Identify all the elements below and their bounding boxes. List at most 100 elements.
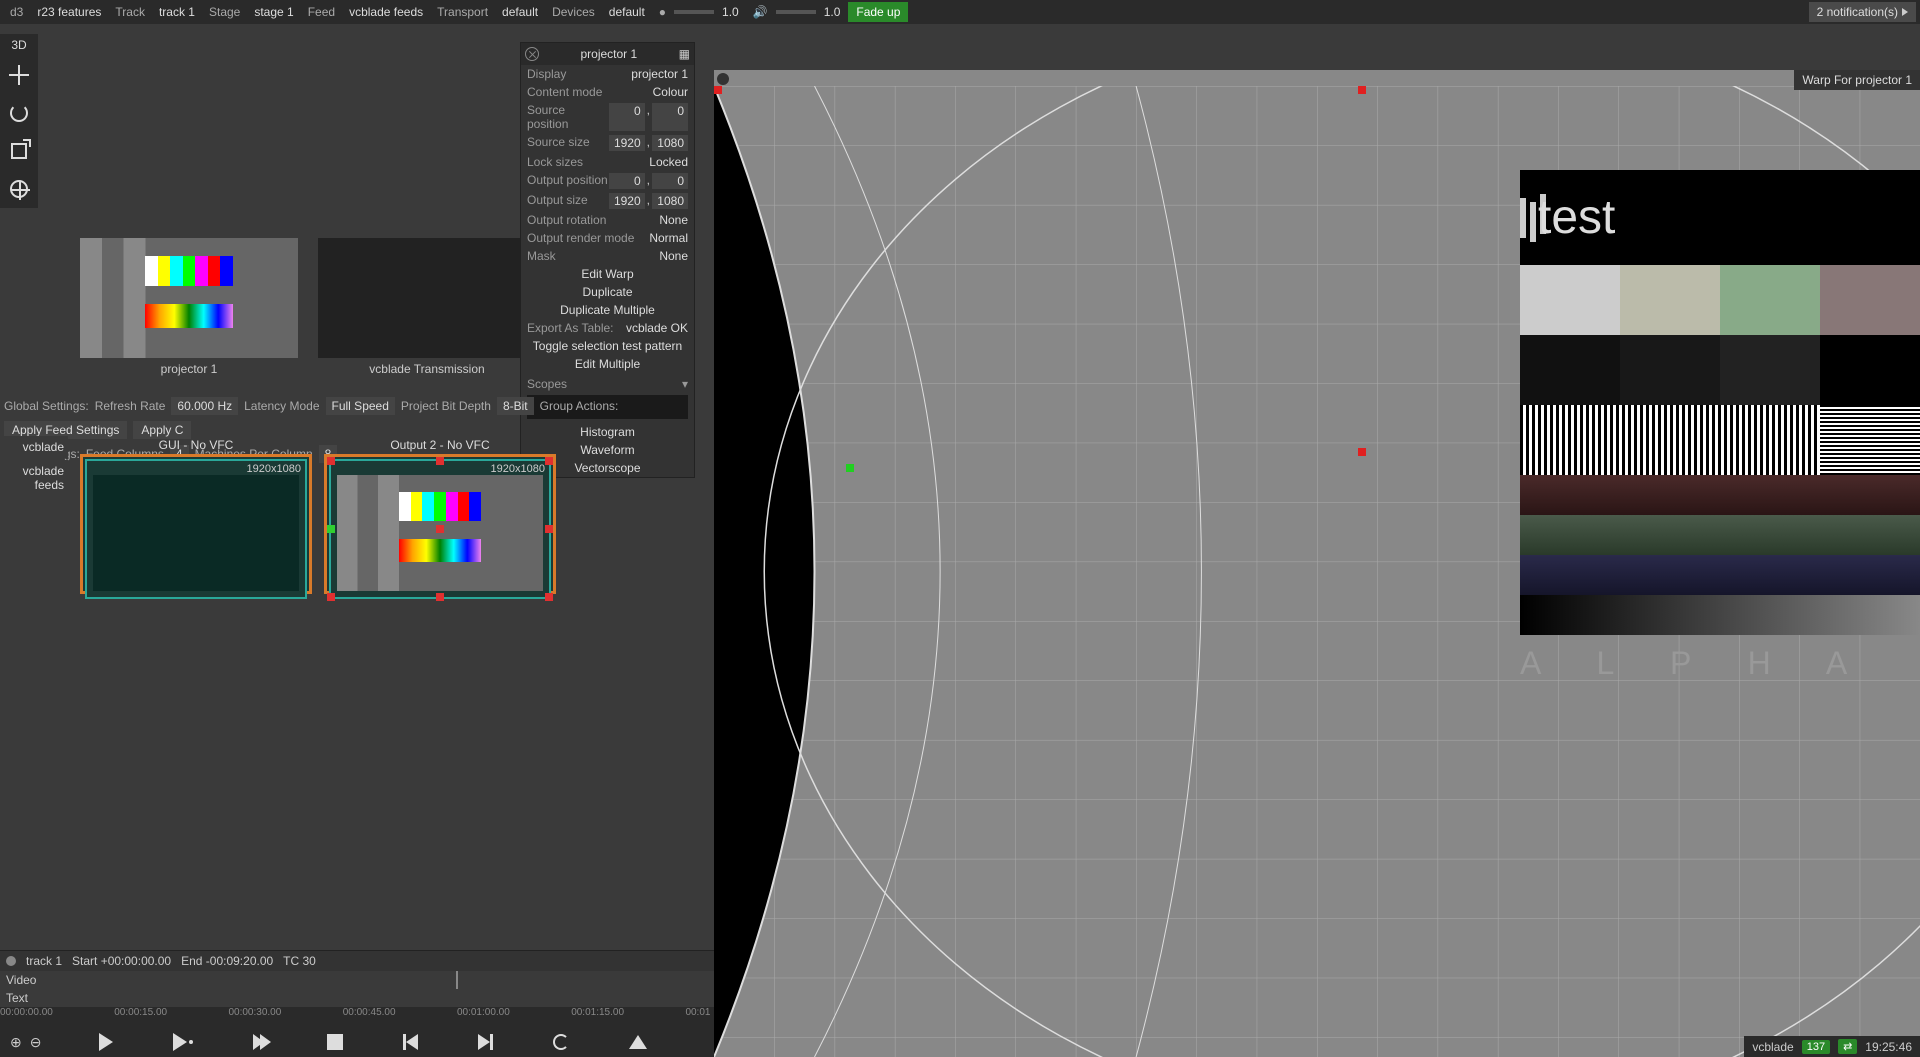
warp-point[interactable] [714,86,722,94]
play-button[interactable] [99,1033,113,1051]
feed-output-2[interactable]: Output 2 - No VFC 1920x1080 [324,436,556,594]
latency-mode-label: Latency Mode [244,399,319,413]
timeline-end: End -00:09:20.00 [181,954,273,968]
move-icon [9,65,29,85]
brightness-value[interactable]: 1.0 [716,2,745,22]
display-value[interactable]: projector 1 [631,67,688,81]
3d-label[interactable]: 3D [0,34,38,56]
timeline-track[interactable]: track 1 [26,954,62,968]
app-name[interactable]: d3 [4,2,29,22]
group-actions-label: Group Actions: [540,399,619,413]
feed-output-gui[interactable]: GUI - No VFC 1920x1080 [80,436,312,594]
warp-handle[interactable] [545,593,553,601]
timeline-ruler[interactable]: 00:00:00.00 00:00:15.00 00:00:30.00 00:0… [0,1007,714,1027]
close-icon[interactable] [525,47,539,61]
duplicate-multiple-button[interactable]: Duplicate Multiple [521,301,694,319]
move-tool[interactable] [0,56,38,94]
timeline-text-track[interactable]: Text [0,989,714,1007]
output-position-label: Output position [527,173,609,189]
warp-viewport[interactable]: Warp For projector 1 test A L P H A [714,70,1920,1057]
warp-handle[interactable] [436,525,444,533]
fade-up-button[interactable]: Fade up [848,2,908,22]
volume-slider[interactable] [776,10,816,14]
source-size-w[interactable]: 1920 [609,135,645,151]
prev-section-button[interactable] [403,1034,418,1050]
output-position-y[interactable]: 0 [652,173,688,189]
warp-title: Warp For projector 1 [1794,70,1920,90]
panel-menu-icon[interactable]: ▦ [679,47,690,61]
devices-value[interactable]: default [603,2,651,22]
latency-mode-field[interactable]: Full Speed [326,397,395,415]
output-render-value[interactable]: Normal [649,231,688,245]
next-section-button[interactable] [478,1034,493,1050]
scale-tool[interactable] [0,132,38,170]
warp-handle[interactable] [436,593,444,601]
output-position-x[interactable]: 0 [609,173,645,189]
project-name[interactable]: r23 features [31,2,107,22]
lock-sizes-value[interactable]: Locked [649,155,688,169]
preview-vcblade-transmission[interactable]: vcblade Transmission [318,238,536,394]
track-label[interactable]: Track [109,2,151,22]
feed-tab-vcblade[interactable]: vcblade [0,436,68,458]
record-icon[interactable] [6,956,16,966]
refresh-rate-field[interactable]: 60.000 Hz [171,397,238,415]
zoom-out-button[interactable]: ⊖ [30,1034,42,1051]
timeline-video-track[interactable]: Video [0,971,714,989]
warp-point[interactable] [1358,86,1366,94]
transport-value[interactable]: default [496,2,544,22]
notifications-button[interactable]: 2 notification(s) [1809,2,1916,22]
feed-label[interactable]: Feed [302,2,341,22]
zoom-in-button[interactable]: ⊕ [10,1034,22,1051]
brightness-icon[interactable]: ● [653,2,672,22]
rotate-tool[interactable] [0,94,38,132]
close-icon[interactable] [716,72,730,86]
status-bar: vcblade 137 ⇄ 19:25:46 [1744,1036,1920,1057]
world-tool[interactable] [0,170,38,208]
warp-handle-active[interactable] [327,525,335,533]
scopes-section[interactable]: Scopes▾ [521,373,694,395]
mask-value[interactable]: None [659,249,688,263]
content-mode-value[interactable]: Colour [653,85,688,99]
source-size-h[interactable]: 1080 [652,135,688,151]
warp-point[interactable] [1358,448,1366,456]
devices-label[interactable]: Devices [546,2,601,22]
output-rotation-value[interactable]: None [659,213,688,227]
stop-button[interactable] [327,1034,343,1050]
ruler-tick: 00:01:15.00 [571,1007,624,1018]
duplicate-button[interactable]: Duplicate [521,283,694,301]
warp-handle[interactable] [545,525,553,533]
bit-depth-field[interactable]: 8-Bit [497,397,534,415]
undo-button[interactable] [553,1034,569,1050]
export-value[interactable]: vcblade OK [626,321,688,335]
edit-multiple-button[interactable]: Edit Multiple [521,355,694,373]
toggle-test-pattern-button[interactable]: Toggle selection test pattern [521,337,694,355]
warp-handle[interactable] [327,593,335,601]
output-rotation-label: Output rotation [527,213,659,227]
warp-point-selected[interactable] [846,464,854,472]
up-button[interactable] [629,1035,647,1049]
stage-value[interactable]: stage 1 [248,2,299,22]
feed-value[interactable]: vcblade feeds [343,2,429,22]
ruler-tick: 00:00:00.00 [0,1007,53,1018]
edit-warp-button[interactable]: Edit Warp [521,265,694,283]
warp-handle[interactable] [327,457,335,465]
global-settings-label: Global Settings: [4,399,89,413]
source-position-y[interactable]: 0 [652,103,688,131]
warp-content-overlay: test A L P H A [1520,170,1920,692]
warp-handle[interactable] [436,457,444,465]
loop-button[interactable] [253,1034,267,1050]
stage-label[interactable]: Stage [203,2,246,22]
track-value[interactable]: track 1 [153,2,201,22]
warp-handle[interactable] [545,457,553,465]
play-section-button[interactable] [173,1033,193,1051]
status-fps: 137 [1802,1040,1830,1054]
brightness-slider[interactable] [674,10,714,14]
feed-tab-vcblade-feeds[interactable]: vcblade feeds [0,460,68,496]
transport-label[interactable]: Transport [431,2,494,22]
output-size-h[interactable]: 1080 [652,193,688,209]
preview-projector-1[interactable]: projector 1 [80,238,298,394]
source-position-x[interactable]: 0 [609,103,645,131]
volume-icon[interactable]: 🔊 [747,2,774,22]
volume-value[interactable]: 1.0 [818,2,847,22]
output-size-w[interactable]: 1920 [609,193,645,209]
